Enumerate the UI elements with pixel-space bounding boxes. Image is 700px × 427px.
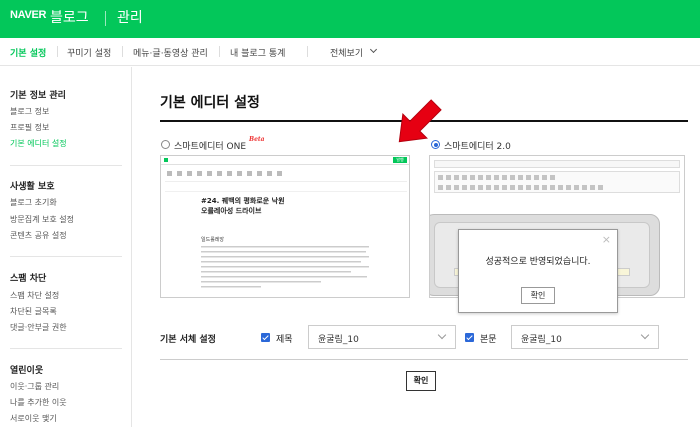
body-checkbox-label[interactable]: 본문 xyxy=(480,332,497,345)
sidebar-item-mutual-neighbor[interactable]: 서로이웃 맺기 xyxy=(10,413,57,424)
toolbar-icons xyxy=(438,175,603,190)
tab-basic-settings[interactable]: 기본 설정 xyxy=(10,46,46,59)
page-title: 기본 에디터 설정 xyxy=(160,95,260,111)
font-settings-label: 기본 서체 설정 xyxy=(160,335,216,345)
preview-toolbar xyxy=(165,168,407,182)
sidebar-item-profile-info[interactable]: 프로필 정보 xyxy=(10,122,49,133)
chevron-down-icon xyxy=(640,330,650,340)
tab-blog-stats[interactable]: 내 블로그 통계 xyxy=(230,46,285,59)
tab-menu-post-video[interactable]: 메뉴·글·동영상 관리 xyxy=(133,46,208,59)
tab-separator xyxy=(307,46,308,57)
chevron-down-icon xyxy=(437,330,447,340)
preview-header: 발행 xyxy=(161,156,409,165)
body-checkbox[interactable] xyxy=(465,333,474,342)
success-dialog: × 성공적으로 반영되었습니다. 확인 xyxy=(458,229,618,313)
title-checkbox-label[interactable]: 제목 xyxy=(276,332,293,345)
preview-body-lines xyxy=(201,246,369,288)
close-icon[interactable]: × xyxy=(602,233,611,246)
sidebar-section-title: 사생활 보호 xyxy=(10,182,55,192)
sidebar-item-comment-permission[interactable]: 댓글·안부글 권한 xyxy=(10,322,67,333)
blog-logo[interactable]: 블로그 xyxy=(50,7,89,27)
preview-toolbar-2 xyxy=(165,184,407,192)
editor-one-preview[interactable]: 발행 #24. 꿰백의 평화로운 낙원 오를레아성 드라이브 일드롤레앙 xyxy=(160,155,410,298)
radio-smarteditor-one[interactable] xyxy=(161,140,170,149)
red-arrow-icon xyxy=(398,99,442,143)
option-label-smarteditor-one[interactable]: 스마트에디터 ONE xyxy=(174,139,246,152)
confirm-button[interactable]: 확인 xyxy=(406,371,436,391)
header-divider xyxy=(105,11,106,26)
title-font-select[interactable]: 윤굴림_10 xyxy=(308,325,456,349)
tab-separator xyxy=(57,46,58,57)
tab-view-all[interactable]: 전체보기 xyxy=(330,46,363,59)
sidebar-item-visit-protect[interactable]: 방문집계 보호 설정 xyxy=(10,214,74,225)
option-label-smarteditor-2[interactable]: 스마트에디터 2.0 xyxy=(444,139,511,152)
sidebar-item-content-share[interactable]: 콘텐츠 공유 설정 xyxy=(10,230,67,241)
page-header-title[interactable]: 관리 xyxy=(117,7,143,27)
beta-badge: Beta xyxy=(249,136,265,143)
sidebar-item-blog-info[interactable]: 블로그 정보 xyxy=(10,106,49,117)
sidebar-divider xyxy=(10,165,122,166)
sidebar-item-blog-reset[interactable]: 블로그 초기화 xyxy=(10,197,57,208)
top-bar: NAVER 블로그 관리 xyxy=(0,0,700,38)
sidebar-section-title: 기본 정보 관리 xyxy=(10,91,66,101)
dialog-message: 성공적으로 반영되었습니다. xyxy=(485,257,591,267)
sidebar-item-spam-settings[interactable]: 스팸 차단 설정 xyxy=(10,290,59,301)
sidebar-item-editor-settings[interactable]: 기본 에디터 설정 xyxy=(10,138,67,149)
sidebar-divider xyxy=(10,348,122,349)
font-row-divider xyxy=(160,359,688,360)
sidebar: 기본 정보 관리 블로그 정보 프로필 정보 기본 에디터 설정 사생활 보호 … xyxy=(0,67,132,427)
tab-separator xyxy=(219,46,220,57)
publish-mini-button: 발행 xyxy=(393,157,407,163)
tab-decorate-settings[interactable]: 꾸미기 설정 xyxy=(67,46,111,59)
sidebar-item-added-me[interactable]: 나를 추가한 이웃 xyxy=(10,397,67,408)
sidebar-item-neighbor-group[interactable]: 이웃·그룹 관리 xyxy=(10,381,59,392)
preview-toolbar xyxy=(434,171,680,193)
sidebar-section-title: 열린이웃 xyxy=(10,366,44,376)
sidebar-divider xyxy=(10,256,122,257)
chevron-down-icon[interactable] xyxy=(369,45,378,54)
naver-logo[interactable]: NAVER xyxy=(10,9,47,21)
tab-separator xyxy=(122,46,123,57)
toolbar-icons xyxy=(167,171,282,176)
preview-post-title: #24. 꿰백의 평화로운 낙원 오를레아성 드라이브 xyxy=(201,197,285,215)
sidebar-section-title: 스팸 차단 xyxy=(10,274,47,284)
sidebar-item-blocked-posts[interactable]: 차단된 글목록 xyxy=(10,306,57,317)
tab-bar: 기본 설정 꾸미기 설정 메뉴·글·동영상 관리 내 블로그 통계 전체보기 xyxy=(0,38,700,66)
preview-category-bar xyxy=(434,160,680,168)
body-font-select[interactable]: 윤굴림_10 xyxy=(511,325,659,349)
dialog-ok-button[interactable]: 확인 xyxy=(521,287,555,304)
main-content: 기본 에디터 설정 스마트에디터 ONE Beta 스마트에디터 2.0 발행 … xyxy=(133,67,700,427)
body-font-value: 윤굴림_10 xyxy=(521,335,562,345)
title-font-value: 윤굴림_10 xyxy=(318,335,359,345)
naver-mini-icon xyxy=(164,158,168,162)
preview-subheading: 일드롤레앙 xyxy=(201,237,225,243)
title-checkbox[interactable] xyxy=(261,333,270,342)
